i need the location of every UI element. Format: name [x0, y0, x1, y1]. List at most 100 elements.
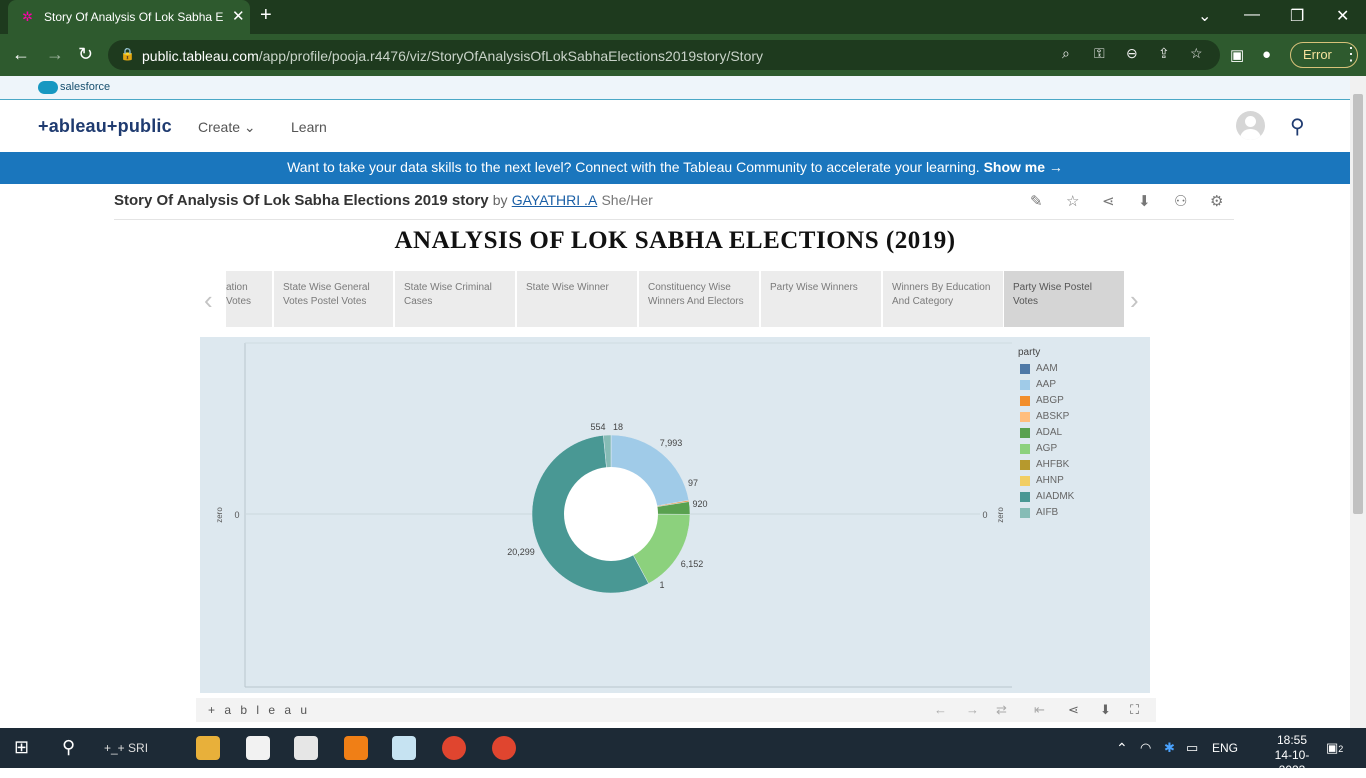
- undo-icon[interactable]: ←: [934, 702, 947, 717]
- story-point-1[interactable]: ation Votes: [226, 271, 272, 327]
- legend-label: AIFB: [1036, 507, 1058, 518]
- fullscreen-icon[interactable]: ⛶: [1130, 702, 1139, 718]
- profile-icon[interactable]: ●: [1262, 46, 1271, 63]
- menu-icon[interactable]: ⋮: [1342, 44, 1360, 65]
- favorite-star-icon[interactable]: ☆: [1066, 192, 1079, 210]
- back-icon[interactable]: ←: [12, 44, 30, 65]
- avatar[interactable]: [1236, 111, 1265, 140]
- vlc-icon[interactable]: [344, 736, 368, 760]
- legend-item-ahfbk[interactable]: AHFBK: [1018, 459, 1138, 475]
- legend-swatch: [1020, 476, 1030, 486]
- data-label: 97: [688, 478, 698, 488]
- scroll-thumb[interactable]: [1353, 94, 1363, 514]
- story-point-4[interactable]: State Wise Winner: [517, 271, 637, 327]
- close-tab-icon[interactable]: ✕: [232, 7, 245, 25]
- story-point-2[interactable]: State Wise General Votes Postel Votes: [274, 271, 393, 327]
- pronouns: She/Her: [601, 192, 652, 208]
- tab-title: Story Of Analysis Of Lok Sabha E: [44, 10, 224, 24]
- app-icon[interactable]: [246, 736, 270, 760]
- site-header: +ableau+public Create ⌄ Learn ⚲: [0, 100, 1350, 152]
- data-label: 920: [692, 499, 707, 509]
- clock[interactable]: 18:5514-10-2023: [1262, 733, 1322, 778]
- mail-icon[interactable]: [294, 736, 318, 760]
- download-icon[interactable]: ⬇: [1138, 192, 1151, 210]
- legend-item-abgp[interactable]: ABGP: [1018, 395, 1138, 411]
- zoom-icon[interactable]: ⊖: [1126, 45, 1138, 62]
- tableau-footer-logo[interactable]: + a b l e a u: [208, 703, 310, 717]
- tab-search-icon[interactable]: ⌄: [1198, 6, 1211, 26]
- windows-start-icon[interactable]: ⊞: [14, 737, 29, 758]
- nav-create[interactable]: Create ⌄: [198, 119, 256, 136]
- reload-icon[interactable]: ↻: [78, 44, 93, 65]
- download-icon[interactable]: ⬇: [1100, 702, 1111, 718]
- browser-tab[interactable]: ✲ Story Of Analysis Of Lok Sabha E ✕: [8, 0, 250, 34]
- legend-title: party: [1018, 347, 1138, 358]
- legend-item-aifb[interactable]: AIFB: [1018, 507, 1138, 523]
- legend-item-aap[interactable]: AAP: [1018, 379, 1138, 395]
- settings-gear-icon[interactable]: ⚙: [1210, 192, 1223, 210]
- legend-item-agp[interactable]: AGP: [1018, 443, 1138, 459]
- url-text: public.tableau.com/app/profile/pooja.r44…: [142, 48, 763, 64]
- tableau-app-icon[interactable]: [392, 736, 416, 760]
- language-indicator[interactable]: ENG: [1212, 741, 1238, 755]
- new-tab-icon[interactable]: +: [260, 4, 272, 27]
- chrome-icon[interactable]: [442, 736, 466, 760]
- nav-learn[interactable]: Learn: [291, 119, 327, 135]
- battery-icon[interactable]: ▭: [1186, 740, 1198, 756]
- side-panel-icon[interactable]: ▣: [1230, 46, 1244, 64]
- prev-story-point-icon[interactable]: ‹: [204, 285, 213, 316]
- tableau-public-logo[interactable]: +ableau+public: [38, 116, 172, 137]
- redo-icon[interactable]: →: [966, 702, 979, 717]
- legend-label: ABGP: [1036, 395, 1064, 406]
- legend-item-aiadmk[interactable]: AIADMK: [1018, 491, 1138, 507]
- legend-label: AHFBK: [1036, 459, 1069, 470]
- url-input[interactable]: 🔒 public.tableau.com/app/profile/pooja.r…: [108, 40, 1220, 70]
- wifi-icon[interactable]: ◠: [1140, 740, 1151, 756]
- bluetooth-icon[interactable]: ✱: [1164, 740, 1175, 756]
- bookmark-star-icon[interactable]: ☆: [1190, 45, 1203, 62]
- edit-icon[interactable]: ✎: [1030, 192, 1043, 210]
- search-icon[interactable]: ⚲: [1290, 114, 1305, 139]
- story-point-3[interactable]: State Wise Criminal Cases: [395, 271, 515, 327]
- share-icon[interactable]: ⇪: [1158, 45, 1170, 62]
- key-icon[interactable]: ⚿: [1094, 45, 1105, 62]
- author-link[interactable]: GAYATHRI .A: [512, 192, 598, 208]
- story-point-6[interactable]: Party Wise Winners: [761, 271, 881, 327]
- legend-label: ADAL: [1036, 427, 1062, 438]
- chrome-active-icon[interactable]: [492, 736, 516, 760]
- right-axis-tick: 0: [982, 510, 987, 520]
- legend-item-adal[interactable]: ADAL: [1018, 427, 1138, 443]
- minimize-icon[interactable]: —: [1244, 6, 1260, 24]
- story-point-5[interactable]: Constituency Wise Winners And Electors: [639, 271, 759, 327]
- forward-icon[interactable]: →: [46, 44, 64, 65]
- legend: party AAMAAPABGP ABSKPADAL AGPAHFBK AHNPAIA…: [1018, 347, 1138, 523]
- file-explorer-icon[interactable]: [196, 736, 220, 760]
- taskbar-user[interactable]: +_+ SRI: [104, 741, 148, 755]
- reset-icon[interactable]: ⇤: [1034, 702, 1045, 718]
- left-axis-tick: 0: [234, 510, 239, 520]
- revert-icon[interactable]: ⇄: [996, 702, 1007, 718]
- share-icon[interactable]: ⋖: [1102, 192, 1115, 210]
- tray-chevron-icon[interactable]: ⌃: [1116, 740, 1128, 757]
- legend-swatch: [1020, 492, 1030, 502]
- show-me-link[interactable]: Show me →: [984, 159, 1063, 175]
- taskbar: ⊞ ⚲ +_+ SRI ⌃ ◠ ✱ ▭ ENG 18:5514-10-2023 …: [0, 728, 1366, 768]
- badge-icon[interactable]: ⚇: [1174, 192, 1187, 210]
- salesforce-label[interactable]: salesforce: [60, 81, 110, 93]
- next-story-point-icon[interactable]: ›: [1130, 285, 1139, 316]
- close-window-icon[interactable]: ✕: [1336, 6, 1349, 26]
- story-point-7[interactable]: Winners By Education And Category: [883, 271, 1003, 327]
- legend-item-ahnp[interactable]: AHNP: [1018, 475, 1138, 491]
- legend-item-abskp[interactable]: ABSKP: [1018, 411, 1138, 427]
- legend-swatch: [1020, 460, 1030, 470]
- search-icon[interactable]: ⌕: [1062, 45, 1070, 62]
- page-scrollbar[interactable]: [1350, 76, 1366, 728]
- viz-title: Story Of Analysis Of Lok Sabha Elections…: [114, 192, 489, 209]
- share-icon[interactable]: ⋖: [1068, 702, 1079, 718]
- viz-header: Story Of Analysis Of Lok Sabha Elections…: [114, 186, 1234, 220]
- restore-icon[interactable]: ❐: [1290, 6, 1304, 26]
- search-icon[interactable]: ⚲: [62, 737, 75, 758]
- notifications-icon[interactable]: ▣2: [1326, 740, 1343, 756]
- legend-item-aam[interactable]: AAM: [1018, 363, 1138, 379]
- story-point-8-active[interactable]: Party Wise Postel Votes: [1004, 271, 1124, 327]
